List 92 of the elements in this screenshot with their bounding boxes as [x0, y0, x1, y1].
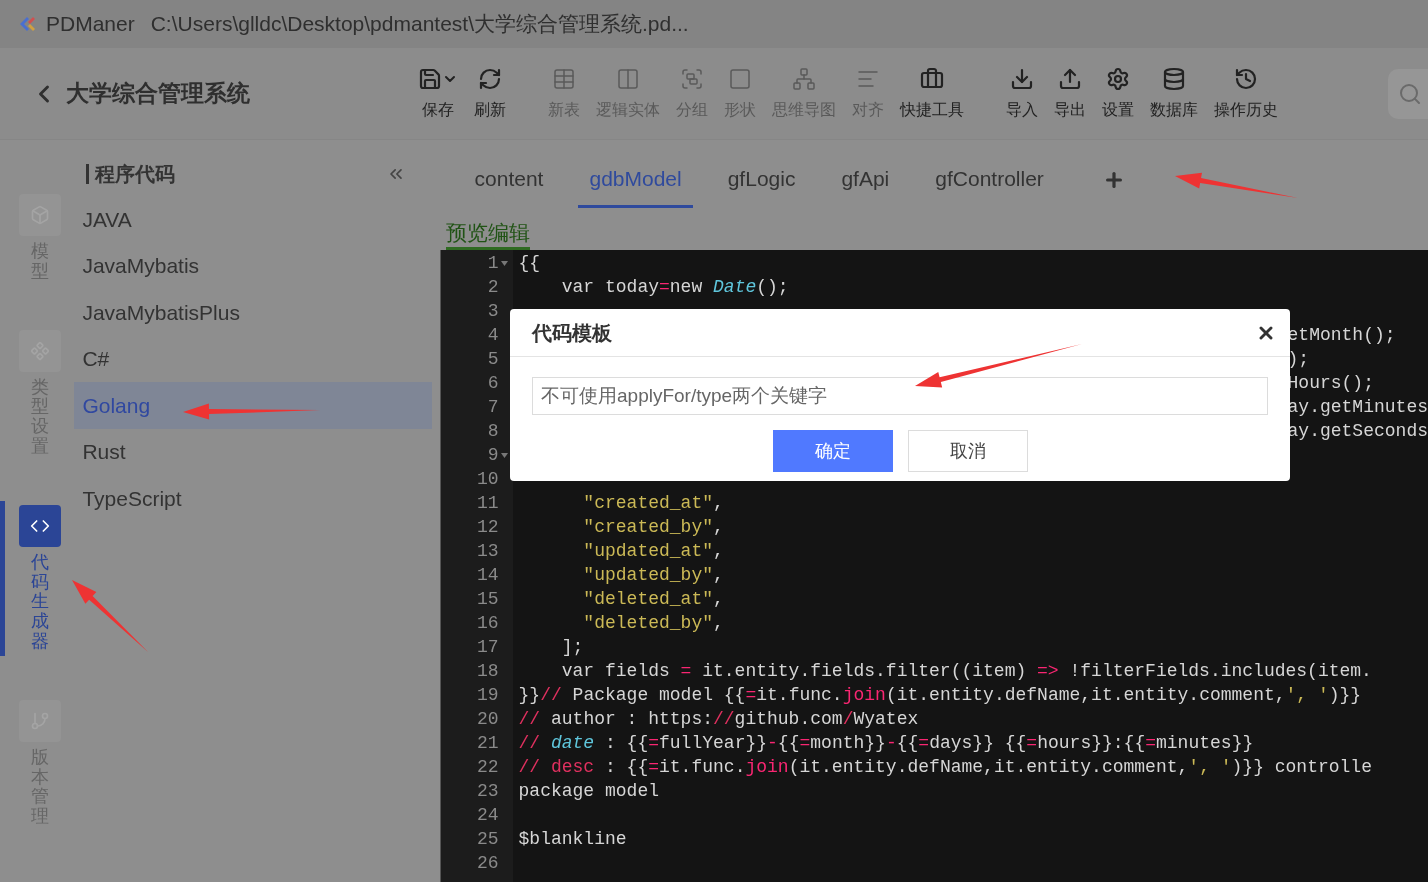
group-icon [680, 66, 704, 91]
line-number: 18 [476, 660, 499, 683]
code-line: "created_by", [582, 517, 724, 537]
code-line: "deleted_by", [582, 613, 724, 633]
template-list-item[interactable]: TypeScript [74, 475, 432, 522]
code-line: ay.getMinutes [1287, 397, 1428, 417]
code-line: Hours(); [1287, 373, 1374, 393]
template-tab[interactable]: gfLogic [716, 152, 807, 208]
code-line: "updated_at", [582, 541, 724, 561]
upload-icon [1058, 66, 1082, 91]
history-icon [1234, 66, 1258, 91]
template-list-item[interactable]: JAVA [74, 196, 432, 243]
template-list-item[interactable]: C# [74, 335, 432, 382]
code-line: etMonth(); [1287, 325, 1396, 345]
code-line: ]; [560, 637, 584, 657]
line-number: 11 [476, 492, 499, 515]
template-list-item[interactable]: JavaMybatisPlus [74, 289, 432, 336]
code-line: "updated_by", [582, 565, 724, 585]
toolbar-button[interactable]: 导入 [998, 65, 1046, 122]
line-number: 26 [476, 852, 499, 875]
code-line: $blankline [518, 829, 627, 849]
template-name-field[interactable]: 不可使用applyFor/type两个关键字 [532, 377, 1268, 415]
toolbar-button[interactable]: 操作历史 [1206, 65, 1286, 122]
briefcase-icon [920, 66, 944, 91]
line-number: 2 [487, 276, 499, 299]
cancel-button[interactable]: 取消 [907, 430, 1028, 472]
search-icon [1398, 81, 1422, 106]
code-line: "created_at", [582, 493, 724, 513]
line-number: 5 [487, 348, 499, 371]
code-line: // author : https://github.com/Wyatex [518, 709, 919, 729]
toolbar-button[interactable]: 设置 [1094, 65, 1142, 122]
line-number: 10 [476, 468, 499, 491]
table-icon [552, 66, 576, 91]
line-number: 20 [476, 708, 499, 731]
line-number: 21 [476, 732, 499, 755]
code-line: // date : {{=fullYear}}-{{=month}}-{{=days}} {{=hours}}:{{=minutes}} [518, 733, 1254, 753]
template-tab[interactable]: gfController [924, 152, 1055, 208]
rail-item[interactable]: 代码生成器 [0, 500, 75, 656]
dialog-title: 代码模板 [532, 320, 612, 346]
code-line: var today=new Date(); [560, 277, 789, 297]
app-name: PDManer [46, 11, 135, 38]
line-number: 1 [487, 252, 499, 275]
refresh-icon [478, 66, 502, 91]
columns-icon [616, 66, 640, 91]
line-number: 24 [476, 804, 499, 827]
save-icon [418, 66, 442, 91]
line-number: 9 [487, 444, 499, 467]
line-number: 23 [476, 780, 499, 803]
line-number: 15 [476, 588, 499, 611]
code-line: ay.getSeconds [1287, 421, 1428, 441]
template-tab[interactable]: gdbModel [578, 152, 693, 208]
toolbar-button[interactable]: 快捷工具 [892, 65, 972, 122]
template-list-item[interactable]: JavaMybatis [74, 242, 432, 289]
square-icon [728, 66, 752, 91]
code-line: "deleted_at", [582, 589, 724, 609]
line-number: 12 [476, 516, 499, 539]
network-icon [792, 66, 816, 91]
toolbar-button[interactable]: 刷新 [466, 65, 514, 122]
line-number: 22 [476, 756, 499, 779]
panel-title: 程序代码 [95, 162, 176, 187]
toolbar-button[interactable]: 保存 [410, 65, 466, 122]
confirm-button[interactable]: 确定 [772, 430, 893, 472]
template-list-item[interactable]: Golang [74, 382, 432, 429]
code-line: {{ [518, 253, 541, 273]
line-number: 14 [476, 564, 499, 587]
line-number: 7 [487, 396, 499, 419]
line-number: 6 [487, 372, 499, 395]
code-line: package model [518, 781, 659, 801]
settings-icon [1106, 66, 1130, 91]
line-number: 3 [487, 300, 499, 323]
fold-icon[interactable] [501, 260, 509, 266]
line-number: 16 [476, 612, 499, 635]
template-list-item[interactable]: Rust [74, 428, 432, 475]
line-number: 8 [487, 420, 499, 443]
download-icon [1010, 66, 1034, 91]
fold-icon[interactable] [501, 452, 509, 458]
line-number: 25 [476, 828, 499, 851]
line-number: 4 [487, 324, 499, 347]
line-number: 17 [476, 636, 499, 659]
database-icon [1162, 66, 1186, 91]
line-number: 13 [476, 540, 499, 563]
template-tab[interactable]: gfApi [830, 152, 901, 208]
project-title: 大学综合管理系统 [66, 79, 250, 109]
code-line: var fields = it.entity.fields.filter((item) => !filterFields.includes(item. [560, 661, 1372, 681]
toolbar-button[interactable]: 导出 [1046, 65, 1094, 122]
file-path: C:\Users\glldc\Desktop\pdmantest\大学综合管理系统.pd... [150, 11, 689, 38]
toolbar-button[interactable]: 数据库 [1142, 65, 1206, 122]
template-tab[interactable]: content [463, 152, 555, 208]
line-number: 19 [476, 684, 499, 707]
code-line: }}// Package model {{=it.func.join(it.entity.defName,it.entity.comment,', ')}} [518, 685, 1362, 705]
code-line: // desc : {{=it.func.join(it.entity.defName,it.entity.comment,', ')}} controlle [518, 757, 1372, 777]
code-line: ); [1287, 349, 1310, 369]
